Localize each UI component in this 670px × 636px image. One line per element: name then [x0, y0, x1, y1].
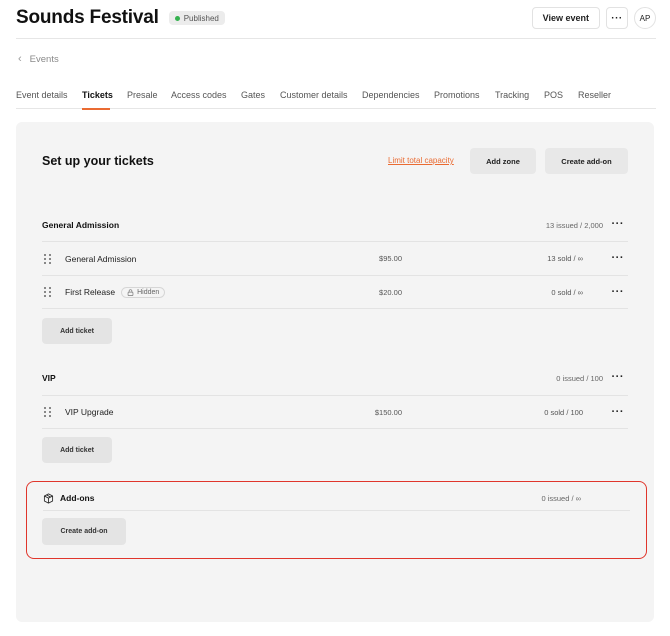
ticket-sold-count: 13 sold / ∞ — [547, 254, 583, 263]
ticket-menu-icon[interactable]: ··· — [612, 253, 625, 264]
view-event-button[interactable]: View event — [531, 7, 600, 29]
tab-dependencies[interactable]: Dependencies — [362, 88, 434, 109]
ticket-row[interactable]: First Release Hidden $20.00 0 sold / ∞ ·… — [42, 275, 628, 309]
add-ticket-button[interactable]: Add ticket — [42, 318, 112, 344]
ticket-name-label: VIP Upgrade — [65, 407, 114, 417]
chevron-left-icon[interactable]: ‹ — [18, 53, 22, 65]
tickets-panel: Set up your tickets Limit total capacity… — [16, 122, 654, 622]
ticket-name: First Release Hidden — [65, 286, 166, 298]
zone-issued-count: 0 issued / 100 — [556, 373, 603, 383]
ticket-sold-count: 0 sold / 100 — [544, 407, 583, 417]
addons-issued-count: 0 issued / ∞ — [541, 493, 581, 503]
tab-access-codes[interactable]: Access codes — [171, 88, 241, 109]
section-title: Set up your tickets — [42, 154, 154, 168]
drag-handle-icon[interactable] — [44, 407, 52, 417]
ticket-row[interactable]: General Admission $95.00 13 sold / ∞ ··· — [42, 241, 628, 275]
header-actions: View event ··· AP — [531, 7, 656, 29]
status-badge: Published — [168, 11, 225, 25]
hidden-label: Hidden — [137, 288, 160, 296]
addons-title: Add-ons — [60, 493, 95, 503]
hidden-badge: Hidden — [121, 286, 166, 298]
tab-promotions[interactable]: Promotions — [434, 88, 495, 109]
breadcrumb-events-link[interactable]: Events — [30, 54, 59, 65]
tab-bar: Event details Tickets Presale Access cod… — [16, 88, 656, 110]
zone-name: VIP — [42, 373, 56, 383]
tickets-card: Set up your tickets Limit total capacity… — [16, 122, 654, 622]
more-horizontal-icon: ··· — [611, 12, 623, 24]
ticket-price: $95.00 — [379, 254, 402, 263]
create-addon-button[interactable]: Create add-on — [545, 148, 628, 174]
addons-header: Add-ons 0 issued / ∞ — [43, 488, 629, 508]
limit-capacity-link[interactable]: Limit total capacity — [388, 156, 454, 165]
zone-menu-icon[interactable]: ··· — [612, 372, 625, 383]
tab-gates[interactable]: Gates — [241, 88, 280, 109]
ticket-menu-icon[interactable]: ··· — [612, 286, 625, 298]
ticket-name: VIP Upgrade — [65, 407, 114, 417]
ticket-name: General Admission — [65, 254, 136, 264]
addons-divider — [43, 510, 630, 511]
tab-reseller[interactable]: Reseller — [578, 88, 618, 109]
create-addon-section-button[interactable]: Create add-on — [42, 518, 126, 545]
tab-customer-details[interactable]: Customer details — [280, 88, 362, 109]
drag-handle-icon[interactable] — [44, 287, 52, 297]
header-divider — [16, 38, 656, 39]
tab-tickets[interactable]: Tickets — [82, 88, 113, 110]
ticket-menu-icon[interactable]: ··· — [612, 406, 625, 418]
drag-handle-icon[interactable] — [44, 253, 52, 264]
tab-event-details[interactable]: Event details — [16, 88, 82, 109]
package-icon — [43, 493, 54, 503]
tab-presale[interactable]: Presale — [127, 88, 171, 109]
add-zone-button[interactable]: Add zone — [470, 148, 536, 174]
ticket-sold-count: 0 sold / ∞ — [551, 287, 583, 297]
tab-pos[interactable]: POS — [544, 88, 578, 109]
breadcrumb[interactable]: ‹ Events — [18, 53, 59, 65]
ticket-price: $150.00 — [374, 407, 402, 417]
page-header: Sounds Festival Published View event ···… — [16, 6, 656, 30]
zone-header: VIP 0 issued / 100 ··· — [42, 369, 628, 387]
status-dot-icon — [174, 15, 180, 21]
ticket-name-label: First Release — [65, 287, 116, 297]
ticket-row[interactable]: VIP Upgrade $150.00 0 sold / 100 ··· — [42, 395, 628, 429]
page-title: Sounds Festival — [16, 7, 159, 28]
zone-menu-icon[interactable]: ··· — [612, 219, 625, 230]
ticket-name-label: General Admission — [65, 253, 137, 264]
tab-tracking[interactable]: Tracking — [495, 88, 544, 109]
zone-name: General Admission — [42, 220, 120, 230]
status-label: Published — [183, 13, 219, 23]
add-ticket-button[interactable]: Add ticket — [42, 437, 112, 463]
zone-issued-count: 13 issued / 2,000 — [545, 220, 603, 230]
zone-header: General Admission 13 issued / 2,000 ··· — [42, 216, 628, 234]
lock-icon — [127, 288, 134, 296]
avatar[interactable]: AP — [634, 7, 656, 29]
addons-section: Add-ons 0 issued / ∞ Create add-on — [26, 481, 647, 559]
more-options-button[interactable]: ··· — [606, 7, 628, 29]
ticket-price: $20.00 — [379, 287, 402, 297]
